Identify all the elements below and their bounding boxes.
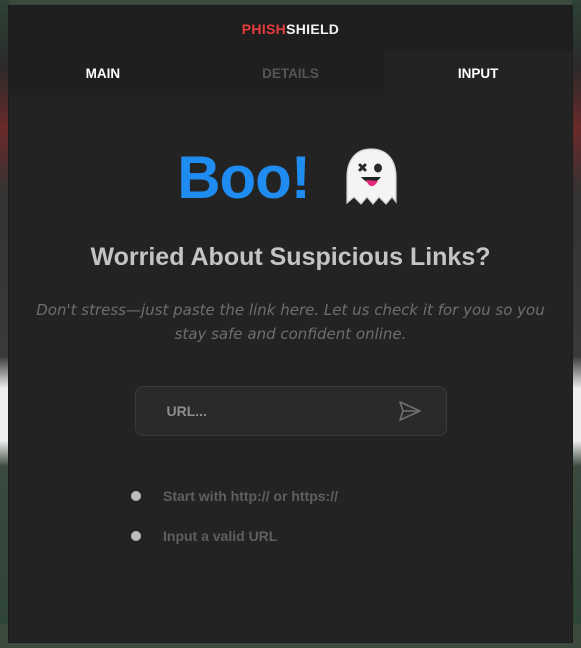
tab-input[interactable]: INPUT (384, 51, 573, 95)
bullet-dot-icon (131, 491, 141, 501)
hero-title: Boo! (177, 144, 311, 211)
bullet-dot-icon (131, 531, 141, 541)
headline: Worried About Suspicious Links? (90, 243, 491, 271)
brand-part-1: PHISH (241, 20, 287, 37)
subtext: Don't stress—just paste the link here. L… (36, 301, 545, 343)
ghost-icon (346, 148, 397, 205)
tab-bar: MAIN DETAILS INPUT (9, 51, 573, 95)
background-page-right (572, 0, 581, 648)
validation-checklist: Start with http:// or https:// Input a v… (131, 476, 572, 556)
send-icon (398, 401, 421, 421)
hero: Boo! (9, 139, 572, 217)
url-box (134, 386, 447, 436)
tab-details[interactable]: DETAILS (196, 51, 385, 95)
check-item: Start with http:// or https:// (131, 476, 572, 516)
extension-popup: PHISHSHIELD MAIN DETAILS INPUT Boo! Worr… (9, 6, 573, 642)
send-button[interactable] (390, 391, 430, 431)
popup-header: PHISHSHIELD (9, 6, 572, 51)
check-item: Input a valid URL (131, 516, 572, 556)
tab-main[interactable]: MAIN (9, 51, 197, 95)
brand-part-2: SHIELD (286, 20, 340, 37)
check-text: Input a valid URL (163, 528, 278, 544)
background-page-left (0, 0, 9, 648)
url-input[interactable] (135, 386, 390, 436)
check-text: Start with http:// or https:// (163, 488, 338, 504)
brand-logo: PHISHSHIELD (242, 21, 339, 37)
